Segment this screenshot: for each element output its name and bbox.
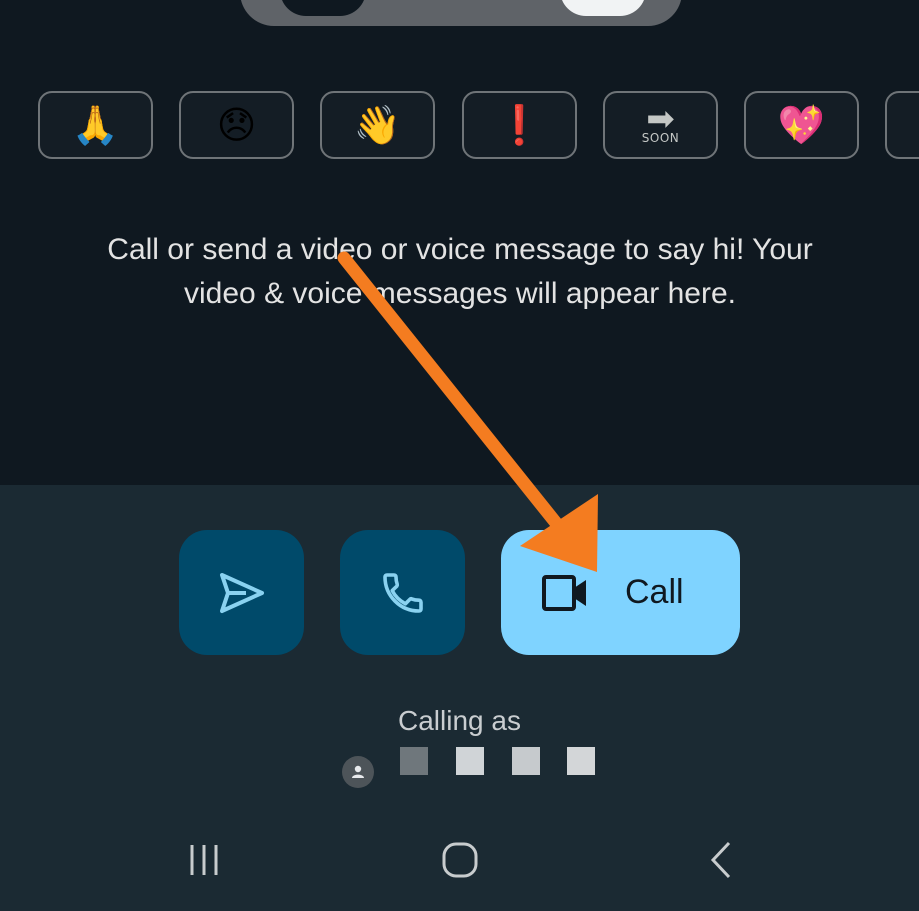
redacted-account-block [512,747,540,775]
home-icon [442,842,478,878]
reaction-bar: 🙏 😞 👋 ❗ ➡ SOON 💖 [38,91,919,163]
redacted-account-block [400,747,428,775]
voice-message-button[interactable] [340,530,465,655]
back-icon [710,841,731,879]
reaction-waving-hand[interactable]: 👋 [320,91,435,159]
phone-icon [382,572,423,613]
back-button[interactable] [700,840,740,880]
person-icon [352,765,364,778]
reaction-more[interactable] [885,91,919,159]
reaction-exclamation-mark[interactable]: ❗ [462,91,577,159]
top-video-preview [240,0,682,26]
calling-as-label: Calling as [398,705,521,736]
account-avatar[interactable] [342,756,374,788]
reaction-disappointed-face[interactable]: 😞 [179,91,294,159]
video-camera-icon [542,574,586,611]
empty-state-message: Call or send a video or voice message to… [107,233,813,310]
send-message-button[interactable] [179,530,304,655]
soon-label: SOON [641,131,680,145]
recent-apps-icon [190,845,218,875]
redacted-account-block [456,747,484,775]
recent-apps-button[interactable] [184,840,224,880]
home-button[interactable] [440,840,480,880]
send-icon [219,572,264,613]
reaction-folded-hands[interactable]: 🙏 [38,91,153,159]
redacted-account-block [567,747,595,775]
video-call-button[interactable]: Call [501,530,740,655]
system-navigation-bar [0,820,919,911]
call-label: Call [625,573,684,611]
reaction-soon-arrow[interactable]: ➡ SOON [603,91,718,159]
reaction-sparkling-heart[interactable]: 💖 [744,91,859,159]
